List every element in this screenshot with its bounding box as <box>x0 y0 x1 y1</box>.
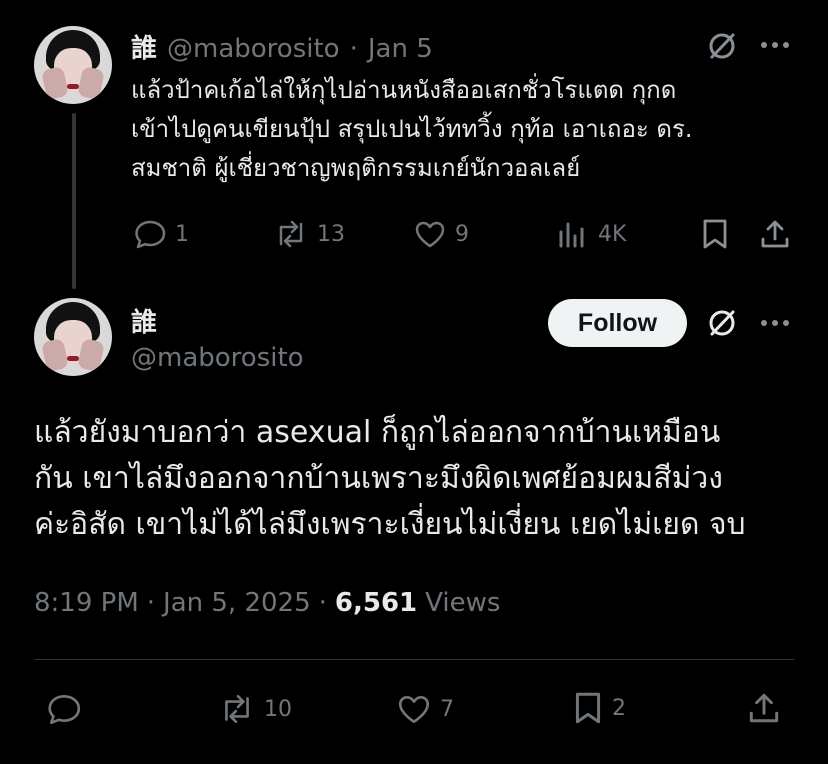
repost-count: 10 <box>264 696 292 722</box>
grok-icon[interactable] <box>706 30 738 62</box>
reply-button[interactable]: 1 <box>133 218 189 250</box>
like-count: 9 <box>455 221 469 247</box>
user-handle[interactable]: @maborosito <box>131 343 304 373</box>
separator: · <box>146 588 156 618</box>
share-icon[interactable] <box>758 217 792 251</box>
like-count: 7 <box>440 696 454 722</box>
like-button[interactable]: 7 <box>396 692 454 726</box>
follow-button[interactable]: Follow <box>548 299 687 347</box>
avatar[interactable] <box>34 298 112 376</box>
repost-button[interactable]: 13 <box>273 218 345 250</box>
user-handle[interactable]: @maborosito <box>167 34 340 64</box>
tweet1-header: 誰 @maborosito · Jan 5 <box>131 28 433 65</box>
reply-icon <box>133 218 167 250</box>
bookmark-count: 2 <box>612 695 626 721</box>
post-date[interactable]: Jan 5, 2025 <box>163 588 311 618</box>
like-button[interactable]: 9 <box>413 218 469 250</box>
more-icon[interactable] <box>760 318 790 328</box>
repost-button[interactable]: 10 <box>218 692 292 726</box>
views-label: Views <box>425 588 501 618</box>
like-icon <box>413 218 447 250</box>
bookmark-button[interactable]: 2 <box>572 690 626 726</box>
reply-count: 1 <box>175 221 189 247</box>
tweet-line: กัน เขาไล่มึงออกจากบ้านเพราะมึงผิดเพศย้อ… <box>34 461 723 496</box>
views-count: 6,561 <box>334 588 418 618</box>
display-name[interactable]: 誰 <box>131 302 157 339</box>
views-icon <box>556 218 590 250</box>
like-icon <box>396 692 432 726</box>
tweet-line: สมชาติ ผู้เชี่ยวชาญพฤติกรรมเกย์นักวอลเลย… <box>131 154 581 182</box>
tweet-line: แล้วยังมาบอกว่า asexual ก็ถูกไล่ออกจากบ้… <box>34 415 721 450</box>
display-name[interactable]: 誰 <box>131 28 157 65</box>
views-button[interactable]: 4K <box>556 218 626 250</box>
separator: · <box>349 34 358 64</box>
thread-line <box>72 113 76 289</box>
divider <box>34 659 794 660</box>
share-icon[interactable] <box>746 690 782 726</box>
tweet-line: เข้าไปดูคนเขียนปุ้ป สรุปเปนไว้ททวิ้ง กุท… <box>131 115 693 143</box>
separator: · <box>318 588 327 618</box>
views-count: 4K <box>598 221 627 247</box>
reply-icon[interactable] <box>46 692 82 726</box>
post-time[interactable]: 8:19 PM <box>34 588 139 618</box>
bookmark-icon <box>572 690 604 726</box>
more-icon[interactable] <box>760 40 790 50</box>
bookmark-icon[interactable] <box>700 217 730 251</box>
avatar[interactable] <box>34 26 112 104</box>
repost-count: 13 <box>317 221 345 247</box>
post-date[interactable]: Jan 5 <box>368 34 433 64</box>
repost-icon <box>218 692 256 726</box>
grok-icon[interactable] <box>706 307 738 339</box>
repost-icon <box>273 218 309 250</box>
post-metadata: 8:19 PM · Jan 5, 2025 · 6,561 Views <box>34 588 500 618</box>
tweet-line: ค่ะอิสัด เขาไม่ได้ไล่มึงเพราะเงี่ยนไม่เง… <box>34 507 746 542</box>
tweet2-text: แล้วยังมาบอกว่า asexual ก็ถูกไล่ออกจากบ้… <box>34 410 814 548</box>
tweet-line: แล้วป้าคเก้อไล่ให้กุไปอ่านหนังสืออเสกชั่… <box>131 76 677 104</box>
tweet1-text: แล้วป้าคเก้อไล่ให้กุไปอ่านหนังสืออเสกชั่… <box>131 71 811 188</box>
